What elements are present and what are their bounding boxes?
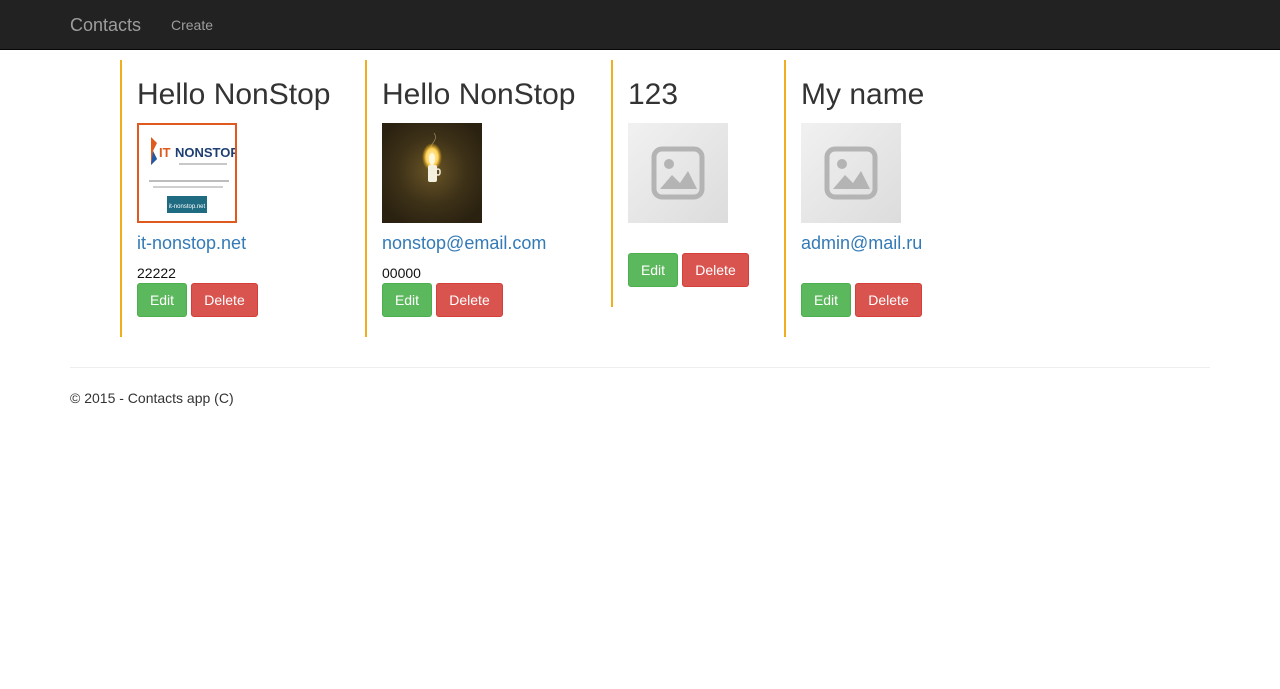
image-placeholder-icon: [824, 146, 878, 200]
edit-button[interactable]: Edit: [382, 283, 432, 317]
contact-name: Hello NonStop: [382, 78, 576, 111]
svg-text:IT: IT: [159, 145, 171, 160]
nav-create-link[interactable]: Create: [171, 16, 213, 34]
contact-name: Hello NonStop: [137, 78, 331, 111]
logo-button-text: it-nonstop.net: [169, 204, 206, 210]
contact-image: IT NONSTOP it-nonstop.net: [137, 123, 237, 223]
navbar: Contacts Create: [0, 0, 1280, 50]
contact-card: Hello NonStop nonstop@email.com 00000 Ed…: [365, 60, 605, 337]
image-placeholder-icon: [651, 146, 705, 200]
candle-photo: [382, 123, 482, 223]
footer-text: © 2015 - Contacts app (C): [70, 390, 234, 406]
logo-text: NONSTOP: [175, 145, 235, 160]
delete-button[interactable]: Delete: [191, 283, 258, 317]
contact-image: [382, 123, 482, 223]
edit-button[interactable]: Edit: [628, 253, 678, 287]
contact-name: 123: [628, 78, 679, 111]
contact-phone: 22222: [137, 265, 176, 281]
brand-link[interactable]: Contacts: [70, 14, 141, 36]
contact-name: My name: [801, 78, 925, 111]
contact-card: Hello NonStop IT NONSTOP it-nonstop.net …: [120, 60, 360, 337]
it-nonstop-logo-image: IT NONSTOP it-nonstop.net: [139, 125, 235, 221]
contact-link[interactable]: nonstop@email.com: [382, 232, 546, 254]
contact-image: [801, 123, 901, 223]
contact-phone: 00000: [382, 265, 421, 281]
edit-button[interactable]: Edit: [801, 283, 851, 317]
footer-divider: [70, 367, 1210, 368]
contact-image: [628, 123, 728, 223]
contact-link[interactable]: it-nonstop.net: [137, 232, 246, 254]
delete-button[interactable]: Delete: [436, 283, 503, 317]
delete-button[interactable]: Delete: [855, 283, 922, 317]
edit-button[interactable]: Edit: [137, 283, 187, 317]
contact-link[interactable]: admin@mail.ru: [801, 232, 922, 254]
contact-card: My name admin@mail.ru Edit Delete: [784, 60, 984, 337]
contact-card: 123 Edit Delete: [611, 60, 779, 307]
delete-button[interactable]: Delete: [682, 253, 749, 287]
